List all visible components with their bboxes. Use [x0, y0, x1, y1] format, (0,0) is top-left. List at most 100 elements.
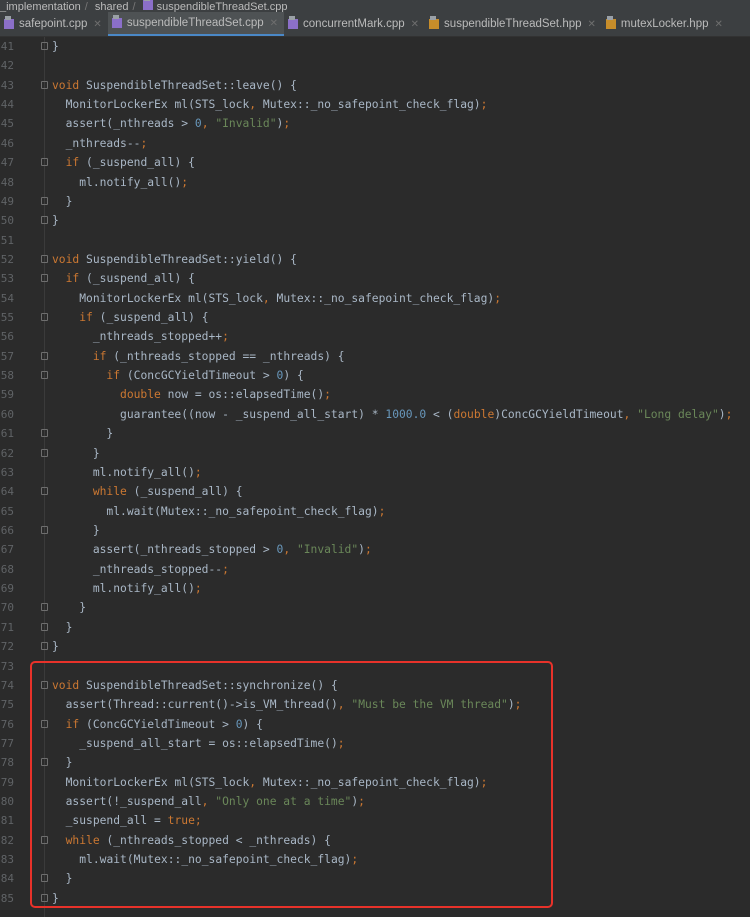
line-number[interactable]: 49 [0, 192, 14, 211]
code-line[interactable]: 47 if (_suspend_all) { [0, 153, 750, 172]
line-number[interactable]: 46 [0, 134, 14, 153]
line-number[interactable]: 80 [0, 792, 14, 811]
line-number[interactable]: 59 [0, 385, 14, 404]
code-line[interactable]: 63 ml.notify_all(); [0, 463, 750, 482]
line-number[interactable]: 71 [0, 618, 14, 637]
line-number[interactable]: 81 [0, 811, 14, 830]
fold-marker-icon[interactable] [41, 42, 48, 50]
code-line[interactable]: 55 if (_suspend_all) { [0, 308, 750, 327]
code-line[interactable]: 52void SuspendibleThreadSet::yield() { [0, 250, 750, 269]
fold-marker-icon[interactable] [41, 255, 48, 263]
line-number[interactable]: 85 [0, 889, 14, 908]
tab-mutexlocker-hpp[interactable]: mutexLocker.hpp✕ [602, 12, 729, 36]
line-number[interactable]: 65 [0, 502, 14, 521]
code-line[interactable]: 48 ml.notify_all(); [0, 173, 750, 192]
line-number[interactable]: 45 [0, 114, 14, 133]
line-number[interactable]: 66 [0, 521, 14, 540]
code-line[interactable]: 44 MonitorLockerEx ml(STS_lock, Mutex::_… [0, 95, 750, 114]
code-line[interactable]: 62 } [0, 444, 750, 463]
line-number[interactable]: 68 [0, 560, 14, 579]
line-number[interactable]: 47 [0, 153, 14, 172]
line-number[interactable]: 75 [0, 695, 14, 714]
line-number[interactable]: 72 [0, 637, 14, 656]
close-icon[interactable]: ✕ [270, 18, 278, 29]
breadcrumb-item[interactable]: _implementation [0, 1, 81, 12]
fold-marker-icon[interactable] [41, 603, 48, 611]
fold-marker-icon[interactable] [41, 371, 48, 379]
code-line[interactable]: 67 assert(_nthreads_stopped > 0, "Invali… [0, 540, 750, 559]
close-icon[interactable]: ✕ [588, 19, 596, 30]
code-line[interactable]: 68 _nthreads_stopped--; [0, 560, 750, 579]
tab-suspendiblethreadset-hpp[interactable]: suspendibleThreadSet.hpp✕ [425, 12, 602, 36]
line-number[interactable]: 53 [0, 269, 14, 288]
line-number[interactable]: 63 [0, 463, 14, 482]
line-number[interactable]: 51 [0, 231, 14, 250]
fold-marker-icon[interactable] [41, 526, 48, 534]
code-line[interactable]: 45 assert(_nthreads > 0, "Invalid"); [0, 114, 750, 133]
line-number[interactable]: 60 [0, 405, 14, 424]
code-line[interactable]: 50} [0, 211, 750, 230]
code-line[interactable]: 71 } [0, 618, 750, 637]
line-number[interactable]: 74 [0, 676, 14, 695]
code-line[interactable]: 66 } [0, 521, 750, 540]
fold-marker-icon[interactable] [41, 642, 48, 650]
close-icon[interactable]: ✕ [93, 19, 101, 30]
line-number[interactable]: 55 [0, 308, 14, 327]
close-icon[interactable]: ✕ [411, 19, 419, 30]
line-number[interactable]: 48 [0, 173, 14, 192]
code-line[interactable]: 72} [0, 637, 750, 656]
line-number[interactable]: 57 [0, 347, 14, 366]
line-number[interactable]: 73 [0, 657, 14, 676]
fold-marker-icon[interactable] [41, 487, 48, 495]
line-number[interactable]: 44 [0, 95, 14, 114]
fold-marker-icon[interactable] [41, 81, 48, 89]
line-number[interactable]: 64 [0, 482, 14, 501]
line-number[interactable]: 43 [0, 76, 14, 95]
code-line[interactable]: 56 _nthreads_stopped++; [0, 327, 750, 346]
line-number[interactable]: 69 [0, 579, 14, 598]
line-number[interactable]: 84 [0, 869, 14, 888]
code-line[interactable]: 70 } [0, 598, 750, 617]
line-number[interactable]: 76 [0, 715, 14, 734]
line-number[interactable]: 67 [0, 540, 14, 559]
line-number[interactable]: 77 [0, 734, 14, 753]
close-icon[interactable]: ✕ [715, 19, 723, 30]
fold-marker-icon[interactable] [41, 216, 48, 224]
line-number[interactable]: 83 [0, 850, 14, 869]
code-line[interactable]: 51 [0, 231, 750, 250]
line-number[interactable]: 82 [0, 831, 14, 850]
line-number[interactable]: 78 [0, 753, 14, 772]
fold-marker-icon[interactable] [41, 313, 48, 321]
code-line[interactable]: 69 ml.notify_all(); [0, 579, 750, 598]
code-line[interactable]: 49 } [0, 192, 750, 211]
tab-safepoint-cpp[interactable]: safepoint.cpp✕ [0, 12, 108, 36]
fold-marker-icon[interactable] [41, 274, 48, 282]
line-number[interactable]: 56 [0, 327, 14, 346]
code-line[interactable]: 64 while (_suspend_all) { [0, 482, 750, 501]
line-number[interactable]: 50 [0, 211, 14, 230]
fold-marker-icon[interactable] [41, 352, 48, 360]
code-line[interactable]: 42 [0, 56, 750, 75]
code-line[interactable]: 43void SuspendibleThreadSet::leave() { [0, 76, 750, 95]
breadcrumb-item[interactable]: suspendibleThreadSet.cpp [157, 1, 288, 12]
line-number[interactable]: 62 [0, 444, 14, 463]
line-number[interactable]: 52 [0, 250, 14, 269]
line-number[interactable]: 58 [0, 366, 14, 385]
fold-marker-icon[interactable] [41, 197, 48, 205]
line-number[interactable]: 42 [0, 56, 14, 75]
line-number[interactable]: 41 [0, 37, 14, 56]
code-line[interactable]: 60 guarantee((now - _suspend_all_start) … [0, 405, 750, 424]
fold-marker-icon[interactable] [41, 449, 48, 457]
line-number[interactable]: 61 [0, 424, 14, 443]
code-line[interactable]: 58 if (ConcGCYieldTimeout > 0) { [0, 366, 750, 385]
tab-suspendiblethreadset-cpp[interactable]: suspendibleThreadSet.cpp✕ [108, 12, 284, 36]
breadcrumb-item[interactable]: shared [95, 1, 129, 12]
line-number[interactable]: 70 [0, 598, 14, 617]
code-line[interactable]: 57 if (_nthreads_stopped == _nthreads) { [0, 347, 750, 366]
code-line[interactable]: 59 double now = os::elapsedTime(); [0, 385, 750, 404]
line-number[interactable]: 79 [0, 773, 14, 792]
code-line[interactable]: 54 MonitorLockerEx ml(STS_lock, Mutex::_… [0, 289, 750, 308]
fold-marker-icon[interactable] [41, 429, 48, 437]
tab-concurrentmark-cpp[interactable]: concurrentMark.cpp✕ [284, 12, 425, 36]
code-line[interactable]: 41} [0, 37, 750, 56]
